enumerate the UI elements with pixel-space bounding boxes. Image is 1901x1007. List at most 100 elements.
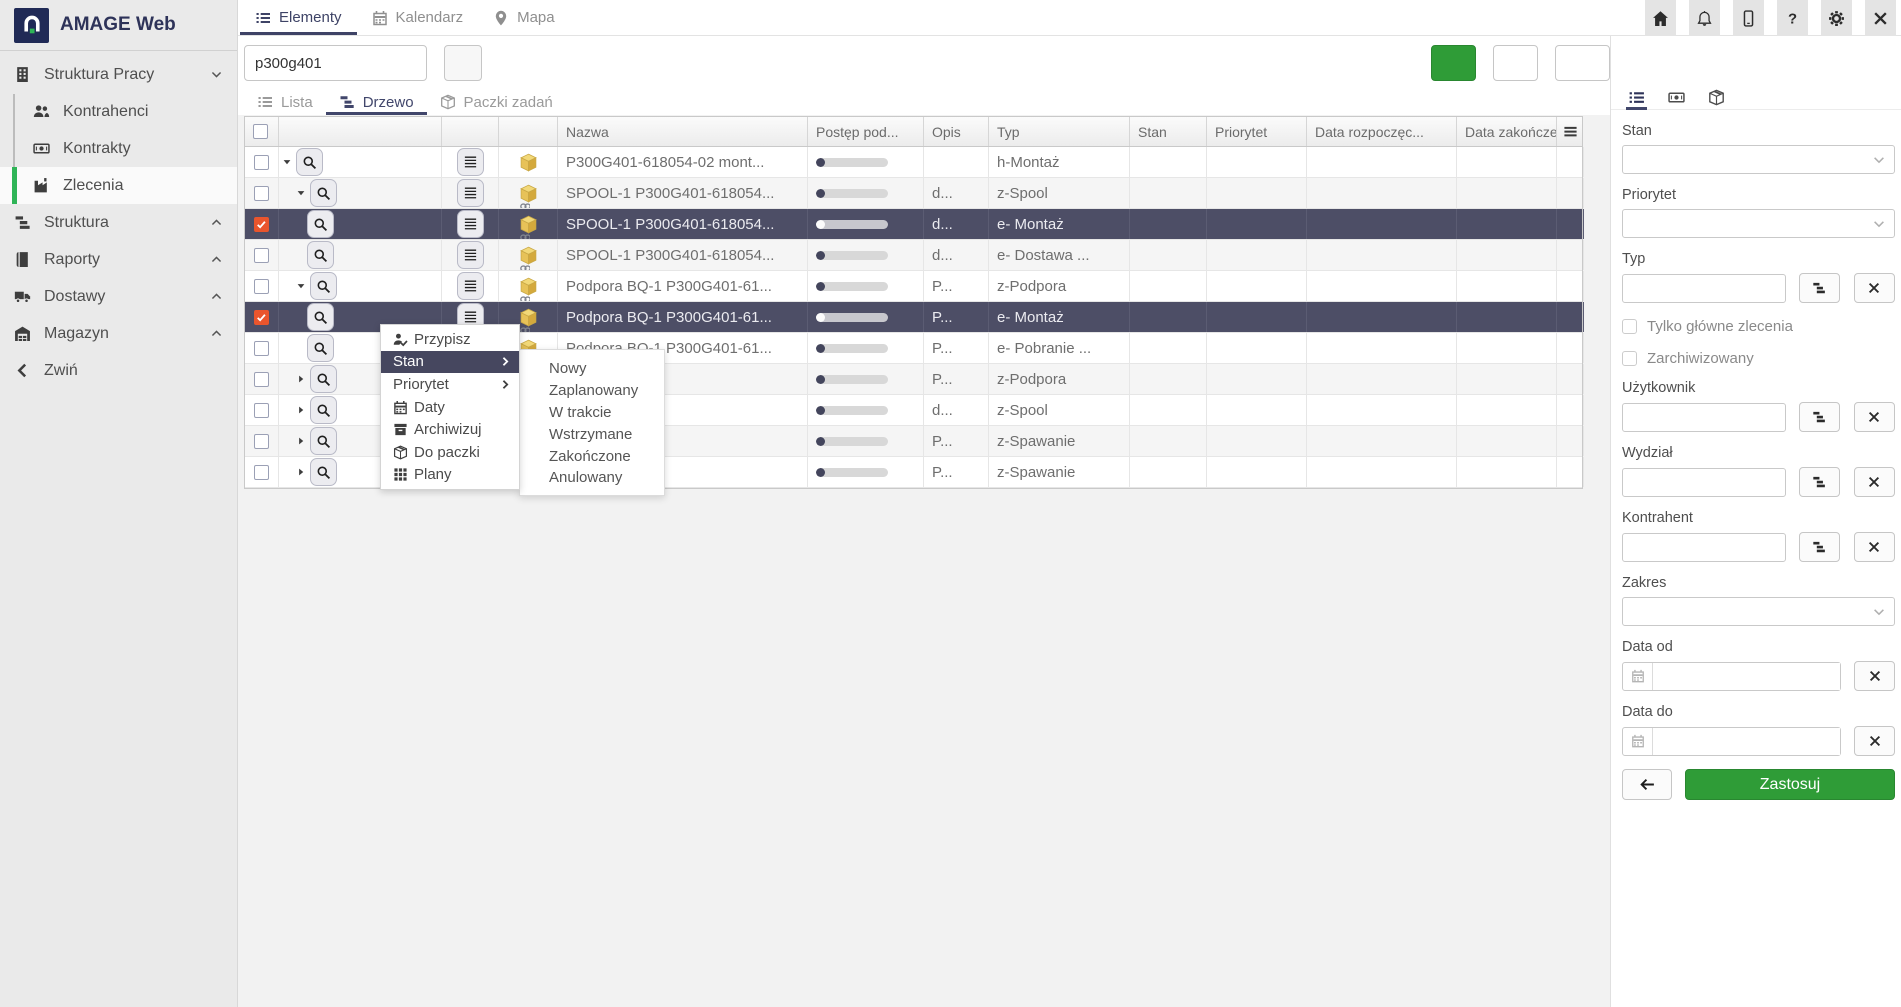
table-row[interactable]: P300G401-618054-02 mont...h-Montaż <box>245 147 1582 178</box>
context-menu-item-plany[interactable]: Plany <box>381 464 519 487</box>
settings-button[interactable] <box>1821 0 1852 36</box>
row-zoom-button[interactable] <box>310 458 337 486</box>
filter-select-stan[interactable] <box>1622 145 1895 174</box>
tab-mapa[interactable]: Mapa <box>478 0 570 35</box>
row-checkbox[interactable] <box>254 248 269 263</box>
home-button[interactable] <box>1645 0 1676 36</box>
row-zoom-button[interactable] <box>310 365 337 393</box>
filter-checkbox-tylko-główne-zlecenia[interactable]: Tylko główne zlecenia <box>1622 318 1895 335</box>
row-checkbox[interactable] <box>254 217 269 232</box>
checkbox-box[interactable] <box>1622 319 1637 334</box>
filter-input-kontrahent[interactable] <box>1622 533 1786 562</box>
table-row[interactable]: SPOOL-1 P300G401-618054...d...e- Montaż <box>245 209 1582 240</box>
context-menu-item-do-paczki[interactable]: Do paczki <box>381 441 519 464</box>
row-checkbox[interactable] <box>254 186 269 201</box>
search-input[interactable] <box>244 45 427 81</box>
filter-clear-button-typ[interactable] <box>1854 273 1895 303</box>
row-menu-button[interactable] <box>457 148 484 176</box>
search-button[interactable] <box>444 45 482 81</box>
submenu-item-anulowany[interactable]: Anulowany <box>520 467 664 489</box>
row-checkbox[interactable] <box>254 434 269 449</box>
submenu-item-zaplanowany[interactable]: Zaplanowany <box>520 380 664 402</box>
filter-panel-tab-2[interactable] <box>1707 86 1726 109</box>
submenu-item-w-trakcie[interactable]: W trakcie <box>520 402 664 424</box>
submenu-item-zakończone[interactable]: Zakończone <box>520 445 664 467</box>
row-zoom-button[interactable] <box>307 210 334 238</box>
row-zoom-button[interactable] <box>307 241 334 269</box>
sidebar-item-zlecenia[interactable]: Zlecenia <box>0 167 237 204</box>
select-all-checkbox[interactable] <box>253 124 268 139</box>
date-field-data-od[interactable] <box>1653 663 1840 690</box>
sidebar-collapse-button[interactable]: Zwiń <box>0 352 237 389</box>
row-checkbox[interactable] <box>254 155 269 170</box>
row-zoom-button[interactable] <box>307 303 334 331</box>
context-menu-item-priorytet[interactable]: Priorytet <box>381 373 519 396</box>
filter-clear-button-data-do[interactable] <box>1854 726 1895 756</box>
row-menu-button[interactable] <box>457 210 484 238</box>
view-tab-paczki-zadań[interactable]: Paczki zadań <box>427 89 566 115</box>
filter-input-użytkownik[interactable] <box>1622 403 1786 432</box>
add-button[interactable] <box>1431 45 1476 81</box>
filter-checkbox-zarchiwizowany[interactable]: Zarchiwizowany <box>1622 350 1895 367</box>
filter-pick-button-użytkownik[interactable] <box>1799 402 1840 432</box>
submenu-item-wstrzymane[interactable]: Wstrzymane <box>520 423 664 445</box>
row-checkbox[interactable] <box>254 372 269 387</box>
table-row[interactable]: SPOOL-1 P300G401-618054...d...z-Spool <box>245 178 1582 209</box>
filter-select-zakres[interactable] <box>1622 597 1895 626</box>
row-checkbox[interactable] <box>254 310 269 325</box>
actions-menu-button[interactable] <box>1555 45 1610 81</box>
submenu-item-nowy[interactable]: Nowy <box>520 358 664 380</box>
row-checkbox[interactable] <box>254 341 269 356</box>
filter-clear-button-kontrahent[interactable] <box>1854 532 1895 562</box>
filter-pick-button-kontrahent[interactable] <box>1799 532 1840 562</box>
mobile-button[interactable] <box>1733 0 1764 36</box>
table-row[interactable]: SPOOL-1 P300G401-618054...d...e- Dostawa… <box>245 240 1582 271</box>
row-checkbox[interactable] <box>254 279 269 294</box>
row-zoom-button[interactable] <box>310 427 337 455</box>
tab-elementy[interactable]: Elementy <box>240 0 357 35</box>
view-tab-drzewo[interactable]: Drzewo <box>326 89 427 115</box>
filter-pick-button-typ[interactable] <box>1799 273 1840 303</box>
row-zoom-button[interactable] <box>310 272 337 300</box>
close-button[interactable] <box>1865 0 1896 36</box>
tab-kalendarz[interactable]: Kalendarz <box>357 0 479 35</box>
context-menu-item-przypisz[interactable]: Przypisz <box>381 328 519 351</box>
filter-panel-tab-1[interactable] <box>1667 86 1686 109</box>
filter-select-priorytet[interactable] <box>1622 209 1895 238</box>
sidebar-item-kontrakty[interactable]: Kontrakty <box>0 130 237 167</box>
sidebar-section-raporty[interactable]: Raporty <box>0 241 237 278</box>
context-menu-item-stan[interactable]: Stan <box>381 351 519 374</box>
row-menu-button[interactable] <box>457 241 484 269</box>
context-menu-item-archiwizuj[interactable]: Archiwizuj <box>381 418 519 441</box>
filter-clear-button-użytkownik[interactable] <box>1854 402 1895 432</box>
row-menu-button[interactable] <box>457 179 484 207</box>
filter-panel-tab-0[interactable] <box>1627 86 1646 109</box>
help-button[interactable]: ? <box>1777 0 1808 36</box>
sidebar-section-dostawy[interactable]: Dostawy <box>0 278 237 315</box>
sidebar-group-struktura-pracy[interactable]: Struktura Pracy <box>0 56 237 93</box>
date-field-data-do[interactable] <box>1653 728 1840 755</box>
notifications-button[interactable] <box>1689 0 1720 36</box>
row-zoom-button[interactable] <box>307 334 334 362</box>
row-zoom-button[interactable] <box>310 179 337 207</box>
filter-input-wydział[interactable] <box>1622 468 1786 497</box>
row-checkbox[interactable] <box>254 403 269 418</box>
filter-clear-button-wydział[interactable] <box>1854 467 1895 497</box>
filter-pick-button-wydział[interactable] <box>1799 467 1840 497</box>
checkbox-box[interactable] <box>1622 351 1637 366</box>
row-zoom-button[interactable] <box>310 396 337 424</box>
context-menu-item-daty[interactable]: Daty <box>381 396 519 419</box>
sidebar-section-struktura[interactable]: Struktura <box>0 204 237 241</box>
row-checkbox[interactable] <box>254 465 269 480</box>
view-tab-lista[interactable]: Lista <box>244 89 326 115</box>
sidebar-section-magazyn[interactable]: Magazyn <box>0 315 237 352</box>
sidebar-item-kontrahenci[interactable]: Kontrahenci <box>0 93 237 130</box>
table-row[interactable]: Podpora BQ-1 P300G401-61...P...z-Podpora <box>245 271 1582 302</box>
back-button[interactable] <box>1622 769 1672 800</box>
filter-input-typ[interactable] <box>1622 274 1786 303</box>
refresh-button[interactable] <box>1493 45 1538 81</box>
apply-button[interactable]: Zastosuj <box>1685 769 1895 800</box>
row-zoom-button[interactable] <box>296 148 323 176</box>
filter-clear-button-data-od[interactable] <box>1854 661 1895 691</box>
row-menu-button[interactable] <box>457 272 484 300</box>
